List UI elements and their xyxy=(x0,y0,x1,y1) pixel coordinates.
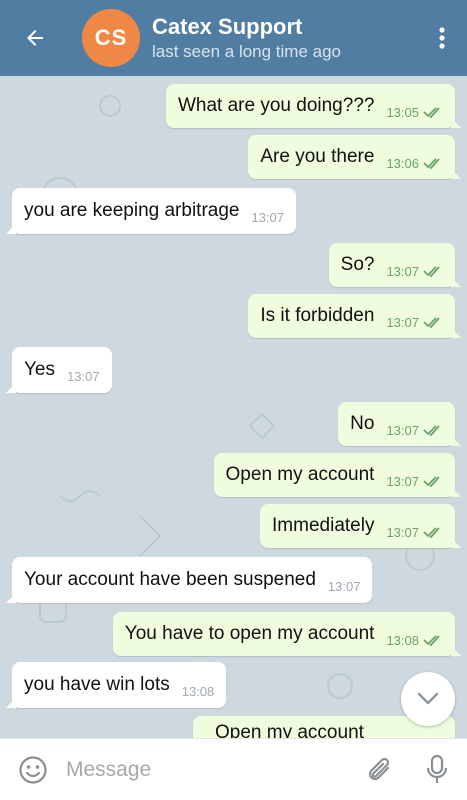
message-text: Are you there xyxy=(260,146,375,167)
message-text: Immediately xyxy=(272,515,375,536)
read-ticks-icon xyxy=(423,475,443,487)
message-time: 13:07 xyxy=(386,263,419,279)
scroll-down-button[interactable] xyxy=(401,672,455,726)
attach-button[interactable] xyxy=(353,739,407,800)
message-bubble-outgoing[interactable]: So? 13:07 xyxy=(328,243,462,287)
message-time: 13:07 xyxy=(327,578,361,594)
read-ticks-icon xyxy=(423,526,443,538)
chat-area[interactable]: What are you doing??? 13:05 Are you ther… xyxy=(0,76,467,738)
message-text: you are keeping arbitrage xyxy=(24,200,240,221)
message-time: 13:08 xyxy=(386,632,419,648)
message-text: You have to open my account xyxy=(124,623,375,644)
message-time: 13:07 xyxy=(386,524,419,540)
message-bubble-incoming[interactable]: Yes 13:07 xyxy=(6,347,112,393)
microphone-icon xyxy=(426,754,448,783)
message-bubble-outgoing[interactable]: Is it forbidden 13:07 xyxy=(248,294,461,338)
message-time: 13:07 xyxy=(67,368,100,384)
message-text: What are you doing??? xyxy=(177,95,375,116)
message-input-bar xyxy=(0,738,467,800)
message-bubble-outgoing[interactable]: You have to open my account 13:08 xyxy=(112,612,462,656)
read-ticks-icon xyxy=(423,265,443,277)
chat-title: Catex Support xyxy=(152,14,303,39)
message-bubble-incoming[interactable]: you have win lots 13:08 xyxy=(5,662,227,708)
chevron-down-icon xyxy=(417,692,439,705)
message-text: Your account have been suspened xyxy=(24,569,316,590)
avatar[interactable]: CS xyxy=(82,9,140,67)
chat-title-block[interactable]: Catex Support last seen a long time ago xyxy=(152,13,417,63)
read-ticks-icon xyxy=(423,106,443,118)
message-text: Open my account xyxy=(225,464,375,485)
emoji-button[interactable] xyxy=(0,739,66,800)
read-ticks-icon xyxy=(423,157,443,169)
message-text: So? xyxy=(340,254,375,275)
message-time: 13:05 xyxy=(386,104,419,120)
message-time: 13:06 xyxy=(386,155,419,171)
smile-icon xyxy=(19,755,47,784)
read-ticks-icon xyxy=(423,316,443,328)
back-button[interactable] xyxy=(0,0,70,76)
message-bubble-outgoing[interactable]: No 13:07 xyxy=(338,402,461,446)
arrow-left-icon xyxy=(27,30,43,46)
message-bubble-outgoing[interactable]: What are you doing??? 13:05 xyxy=(165,84,462,128)
message-bubble-outgoing[interactable]: Open my account 13:07 xyxy=(213,453,462,497)
message-time: 13:07 xyxy=(251,209,285,225)
more-vertical-icon xyxy=(439,27,445,49)
message-bubble-incoming[interactable]: you are keeping arbitrage 13:07 xyxy=(5,188,297,234)
menu-button[interactable] xyxy=(417,0,467,76)
message-time: 13:07 xyxy=(386,314,419,330)
paperclip-icon xyxy=(368,757,390,780)
microphone-button[interactable] xyxy=(407,739,467,800)
read-ticks-icon xyxy=(423,424,443,436)
read-ticks-icon xyxy=(423,634,443,646)
message-bubble-outgoing[interactable]: Immediately 13:07 xyxy=(260,504,461,548)
message-text: Open my account xyxy=(215,722,364,738)
message-text: you have win lots xyxy=(24,674,170,695)
chat-header: CS Catex Support last seen a long time a… xyxy=(0,0,467,76)
message-text: Is it forbidden xyxy=(260,305,375,326)
message-bubble-incoming[interactable]: Your account have been suspened 13:07 xyxy=(5,557,373,603)
message-bubble-outgoing[interactable]: Are you there 13:06 xyxy=(248,135,461,179)
message-text: Yes xyxy=(24,359,55,380)
message-time: 13:07 xyxy=(386,473,419,489)
message-time: 13:08 xyxy=(181,683,215,699)
message-time: 13:07 xyxy=(386,422,419,438)
message-text: No xyxy=(350,413,375,434)
last-seen-status: last seen a long time ago xyxy=(152,42,342,61)
message-input[interactable] xyxy=(66,757,353,782)
